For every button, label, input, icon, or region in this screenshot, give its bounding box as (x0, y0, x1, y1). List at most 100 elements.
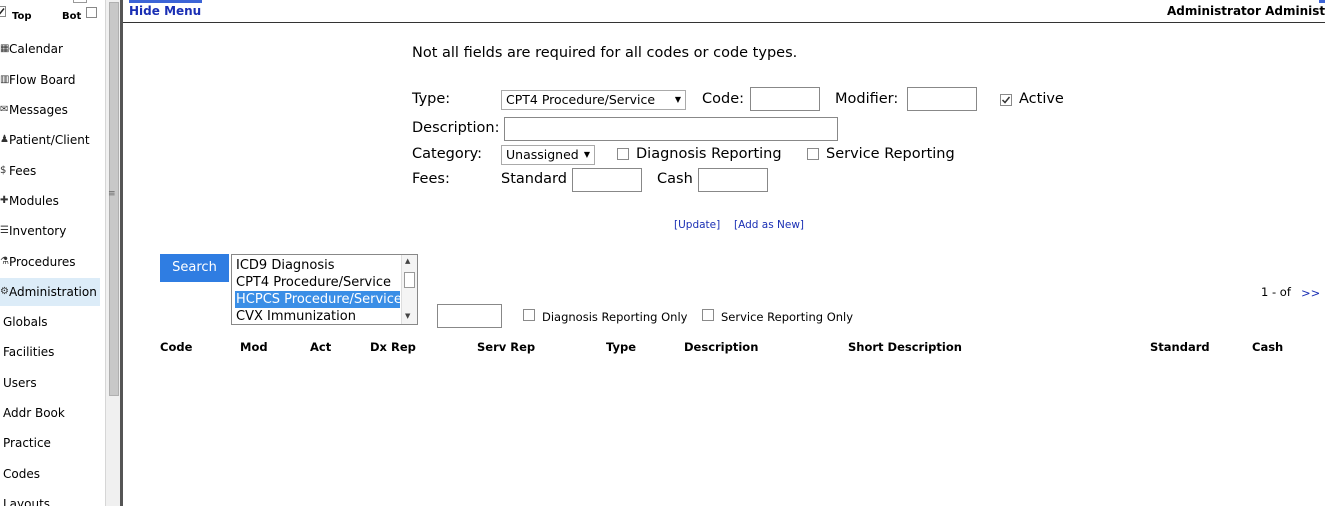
column-header-dx-rep[interactable]: Dx Rep (370, 340, 416, 354)
column-header-type[interactable]: Type (606, 340, 636, 354)
sidebar-subitem-addr-book[interactable]: Addr Book (0, 399, 100, 427)
sidebar-subitem-label: Addr Book (3, 406, 65, 420)
modifier-label: Modifier: (835, 91, 899, 107)
sidebar-item-flow-board[interactable]: ▥ Flow Board (0, 66, 100, 94)
category-select-value: Unassigned (506, 147, 579, 162)
sidebar-item-calendar[interactable]: ▦ Calendar (0, 35, 100, 63)
add-as-new-link[interactable]: [Add as New] (734, 219, 804, 231)
column-header-mod[interactable]: Mod (240, 340, 268, 354)
top-bot-frame-box (73, 0, 87, 3)
column-header-act[interactable]: Act (310, 340, 331, 354)
check-icon (0, 8, 5, 15)
sidebar-scrollbar-thumb[interactable] (109, 2, 119, 396)
pager-text: 1 - of (1261, 285, 1291, 299)
main-frame: Hide Menu Administrator Administrator No… (123, 0, 1325, 506)
code-type-option[interactable]: CPT4 Procedure/Service (235, 274, 400, 291)
header-divider (123, 22, 1325, 23)
type-label: Type: (412, 91, 451, 107)
cash-fee-label: Cash (657, 171, 693, 187)
column-header-code[interactable]: Code (160, 340, 192, 354)
sidebar-item-label: Calendar (9, 42, 63, 56)
column-header-cash[interactable]: Cash (1252, 340, 1283, 354)
calendar-icon: ▦ (0, 43, 10, 54)
type-select[interactable]: CPT4 Procedure/Service ▼ (501, 90, 686, 110)
listbox-scrollbar[interactable]: ▲ ▼ (401, 255, 417, 324)
diagnosis-only-checkbox[interactable] (523, 309, 535, 321)
category-label: Category: (412, 146, 483, 162)
scroll-up-icon[interactable]: ▲ (405, 257, 410, 265)
fees-label: Fees: (412, 171, 450, 187)
sidebar-subitem-globals[interactable]: Globals (0, 308, 100, 336)
sidebar-item-label: Inventory (9, 224, 67, 238)
sidebar-item-label: Administration (9, 285, 97, 299)
type-select-value: CPT4 Procedure/Service (506, 92, 656, 107)
bot-label: Bot (62, 11, 82, 22)
next-page-link[interactable]: >> (1301, 286, 1320, 300)
splitter-grip-icon[interactable]: ≡ (108, 190, 116, 199)
code-input[interactable] (750, 87, 820, 111)
bot-checkbox[interactable] (86, 7, 97, 18)
column-header-standard[interactable]: Standard (1150, 340, 1210, 354)
active-label: Active (1019, 91, 1064, 107)
column-header-description[interactable]: Description (684, 340, 758, 354)
code-type-option[interactable]: HCPCS Procedure/Service (235, 291, 402, 308)
top-bot-toggle: Top Bot (0, 0, 104, 24)
sidebar-item-modules[interactable]: ✚ Modules (0, 187, 100, 215)
top-checkbox[interactable] (0, 6, 6, 17)
sidebar-scrollbar[interactable] (105, 0, 120, 506)
code-type-listbox[interactable]: ICD9 Diagnosis CPT4 Procedure/Service HCPC… (231, 254, 418, 325)
sidebar-subitem-layouts[interactable]: Layouts (0, 490, 100, 506)
sidebar-item-label: Messages (9, 103, 68, 117)
sidebar-subitem-codes[interactable]: Codes (0, 460, 100, 488)
standard-fee-input[interactable] (572, 168, 642, 192)
listbox-scrollbar-thumb[interactable] (404, 272, 415, 288)
modules-icon: ✚ (0, 195, 9, 206)
category-select[interactable]: Unassigned ▼ (501, 145, 595, 165)
check-icon (1001, 96, 1011, 104)
diagnosis-reporting-label: Diagnosis Reporting (636, 146, 782, 162)
flow-board-icon: ▥ (0, 74, 10, 85)
chevron-down-icon: ▼ (583, 150, 590, 159)
procedures-icon: ⚗ (0, 256, 9, 267)
inventory-icon: ☰ (0, 225, 9, 236)
sidebar-item-messages[interactable]: ✉ Messages (0, 96, 100, 124)
service-only-checkbox[interactable] (702, 309, 714, 321)
modifier-input[interactable] (907, 87, 977, 111)
sidebar-item-label: Patient/Client (9, 133, 90, 147)
column-header-short-description[interactable]: Short Description (848, 340, 962, 354)
sidebar-subitem-users[interactable]: Users (0, 369, 100, 397)
service-reporting-label: Service Reporting (826, 146, 955, 162)
diagnosis-reporting-checkbox[interactable] (617, 148, 629, 160)
search-input[interactable] (437, 304, 502, 328)
sidebar-item-patient-client[interactable]: ♟ Patient/Client (0, 126, 100, 154)
administration-icon: ⚙ (0, 286, 9, 297)
sidebar-subitem-label: Globals (3, 315, 48, 329)
diagnosis-only-label: Diagnosis Reporting Only (542, 310, 688, 324)
sidebar-item-inventory[interactable]: ☰ Inventory (0, 217, 100, 245)
user-name: Administrator Administrator (1167, 4, 1325, 18)
description-input[interactable] (504, 117, 838, 141)
hide-menu-link[interactable]: Hide Menu (129, 4, 201, 18)
update-link[interactable]: [Update] (674, 219, 720, 231)
service-reporting-checkbox[interactable] (807, 148, 819, 160)
scroll-down-icon[interactable]: ▼ (405, 312, 410, 320)
sidebar-item-label: Flow Board (9, 73, 76, 87)
sidebar-item-procedures[interactable]: ⚗ Procedures (0, 248, 100, 276)
sidebar-subitem-practice[interactable]: Practice (0, 429, 100, 457)
code-type-option[interactable]: CVX Immunization (235, 308, 400, 324)
sidebar-item-label: Procedures (9, 255, 76, 269)
sidebar-item-administration[interactable]: ⚙ Administration (0, 278, 100, 306)
code-type-option[interactable]: ICD9 Diagnosis (235, 257, 400, 274)
cash-fee-input[interactable] (698, 168, 768, 192)
column-header-serv-rep[interactable]: Serv Rep (477, 340, 535, 354)
top-label: Top (12, 11, 32, 22)
frame-splitter[interactable]: ≡ (104, 0, 120, 506)
top-accent-left (129, 0, 202, 3)
search-button[interactable]: Search (160, 254, 229, 282)
active-checkbox[interactable] (1000, 94, 1012, 106)
code-label: Code: (702, 91, 745, 107)
sidebar-item-fees[interactable]: $ Fees (0, 157, 100, 185)
left-nav-sidebar: Top Bot ▦ Calendar ▥ Flow Board ✉ Messages ♟ Pa… (0, 0, 104, 506)
sidebar-subitem-facilities[interactable]: Facilities (0, 338, 100, 366)
standard-fee-label: Standard (501, 171, 567, 187)
